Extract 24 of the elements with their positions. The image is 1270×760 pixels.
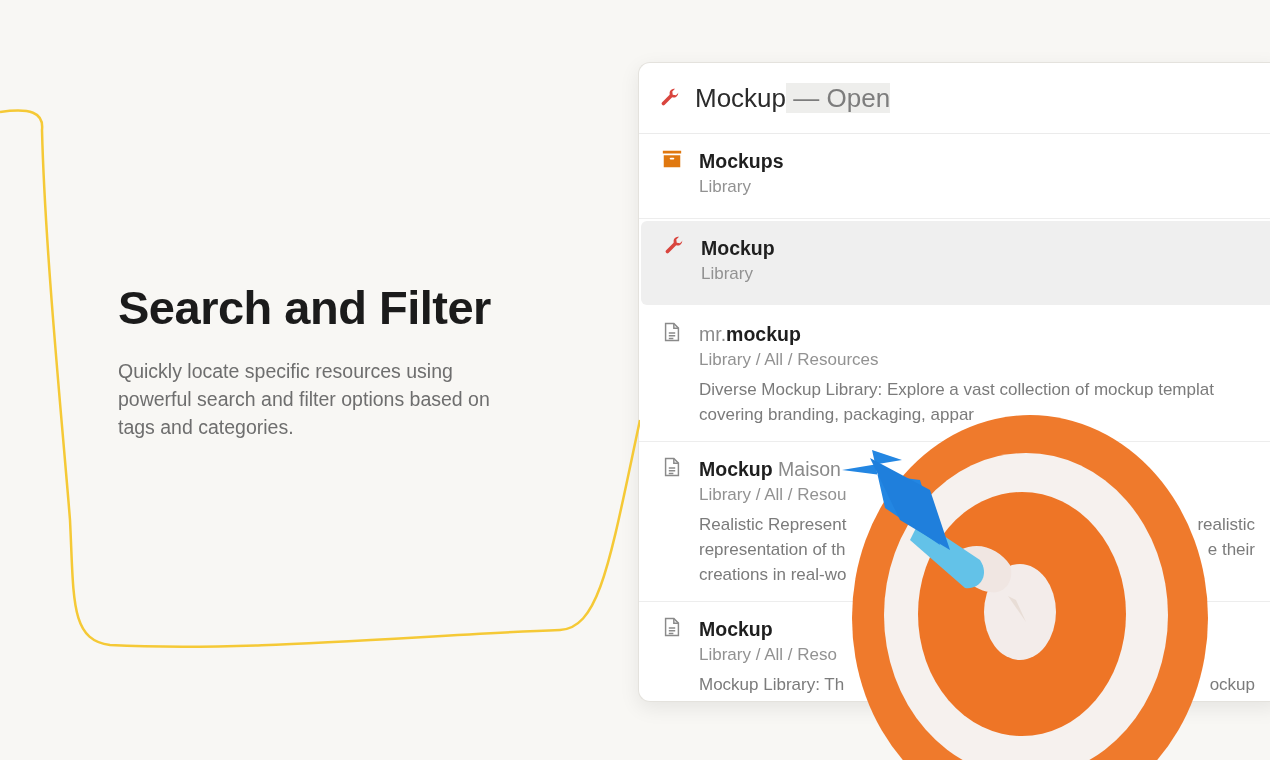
result-title: Mockup: [701, 236, 776, 261]
result-description: e their: [1207, 539, 1255, 561]
result-description: Diverse Mockup Library: Explore a vast collection of mockup templat: [699, 379, 1214, 401]
selected-result-row[interactable]: Mockup Library: [641, 221, 1270, 305]
result-title: Mockups: [699, 149, 785, 174]
result-description: covering branding, packaging, appar: [699, 404, 975, 426]
hero-description: Quickly locate specific resources using powerful search and filter options based on tags and categories.: [118, 358, 491, 440]
result-description: Mockup Library: Th: [699, 674, 845, 696]
result-path: Library: [699, 176, 752, 198]
result-title: Mockup Maison: [699, 457, 842, 482]
result-description: ockup: [1209, 674, 1255, 696]
hero-title: Search and Filter: [118, 279, 492, 335]
result-path: Library / All / Resources: [699, 349, 880, 371]
result-title: Mockup: [699, 617, 774, 642]
result-description: representation of th: [699, 539, 846, 561]
archive-box-icon: [661, 148, 683, 170]
result-description: realistic: [1197, 514, 1255, 536]
result-path: Library / All / Reso: [699, 644, 838, 666]
result-path: Library / All / Resou: [699, 484, 848, 506]
result-title: mr.mockup: [699, 322, 802, 347]
result-description: Realistic Represent: [699, 514, 847, 536]
result-path: Library: [701, 263, 754, 285]
result-description: creations in real-wo: [699, 564, 847, 586]
search-field[interactable]: Mockup — Open: [695, 78, 891, 118]
